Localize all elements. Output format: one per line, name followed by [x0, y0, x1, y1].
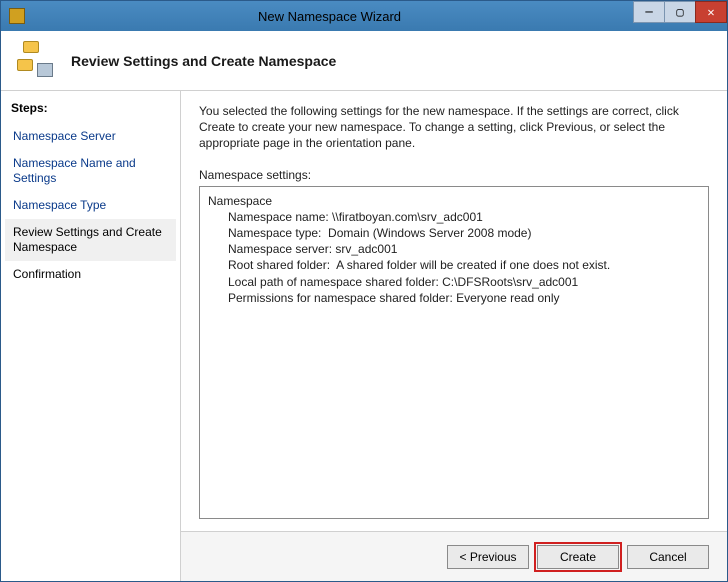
- app-icon: [9, 8, 25, 24]
- cancel-button[interactable]: Cancel: [627, 545, 709, 569]
- window-title: New Namespace Wizard: [25, 9, 634, 24]
- button-row: < Previous Create Cancel: [181, 531, 727, 581]
- wizard-window: New Namespace Wizard ─ ▢ ✕ Review Settin…: [0, 0, 728, 582]
- title-bar: New Namespace Wizard ─ ▢ ✕: [1, 1, 727, 31]
- create-button[interactable]: Create: [537, 545, 619, 569]
- step-namespace-type[interactable]: Namespace Type: [5, 192, 176, 219]
- step-confirmation[interactable]: Confirmation: [5, 261, 176, 288]
- intro-text: You selected the following settings for …: [199, 103, 709, 152]
- close-button[interactable]: ✕: [695, 1, 727, 23]
- steps-sidebar: Steps: Namespace Server Namespace Name a…: [1, 91, 181, 581]
- step-namespace-server[interactable]: Namespace Server: [5, 123, 176, 150]
- maximize-button[interactable]: ▢: [664, 1, 696, 23]
- main-panel: You selected the following settings for …: [181, 91, 727, 581]
- wizard-header: Review Settings and Create Namespace: [1, 31, 727, 91]
- minimize-button[interactable]: ─: [633, 1, 665, 23]
- page-title: Review Settings and Create Namespace: [71, 53, 336, 69]
- steps-heading: Steps:: [5, 99, 176, 123]
- step-namespace-name-settings[interactable]: Namespace Name and Settings: [5, 150, 176, 192]
- wizard-body: Steps: Namespace Server Namespace Name a…: [1, 91, 727, 581]
- window-controls: ─ ▢ ✕: [634, 1, 727, 31]
- settings-label: Namespace settings:: [199, 168, 709, 182]
- previous-button[interactable]: < Previous: [447, 545, 529, 569]
- namespace-icon: [17, 41, 57, 81]
- namespace-settings-box[interactable]: Namespace Namespace name: \\firatboyan.c…: [199, 186, 709, 519]
- step-review-settings[interactable]: Review Settings and Create Namespace: [5, 219, 176, 261]
